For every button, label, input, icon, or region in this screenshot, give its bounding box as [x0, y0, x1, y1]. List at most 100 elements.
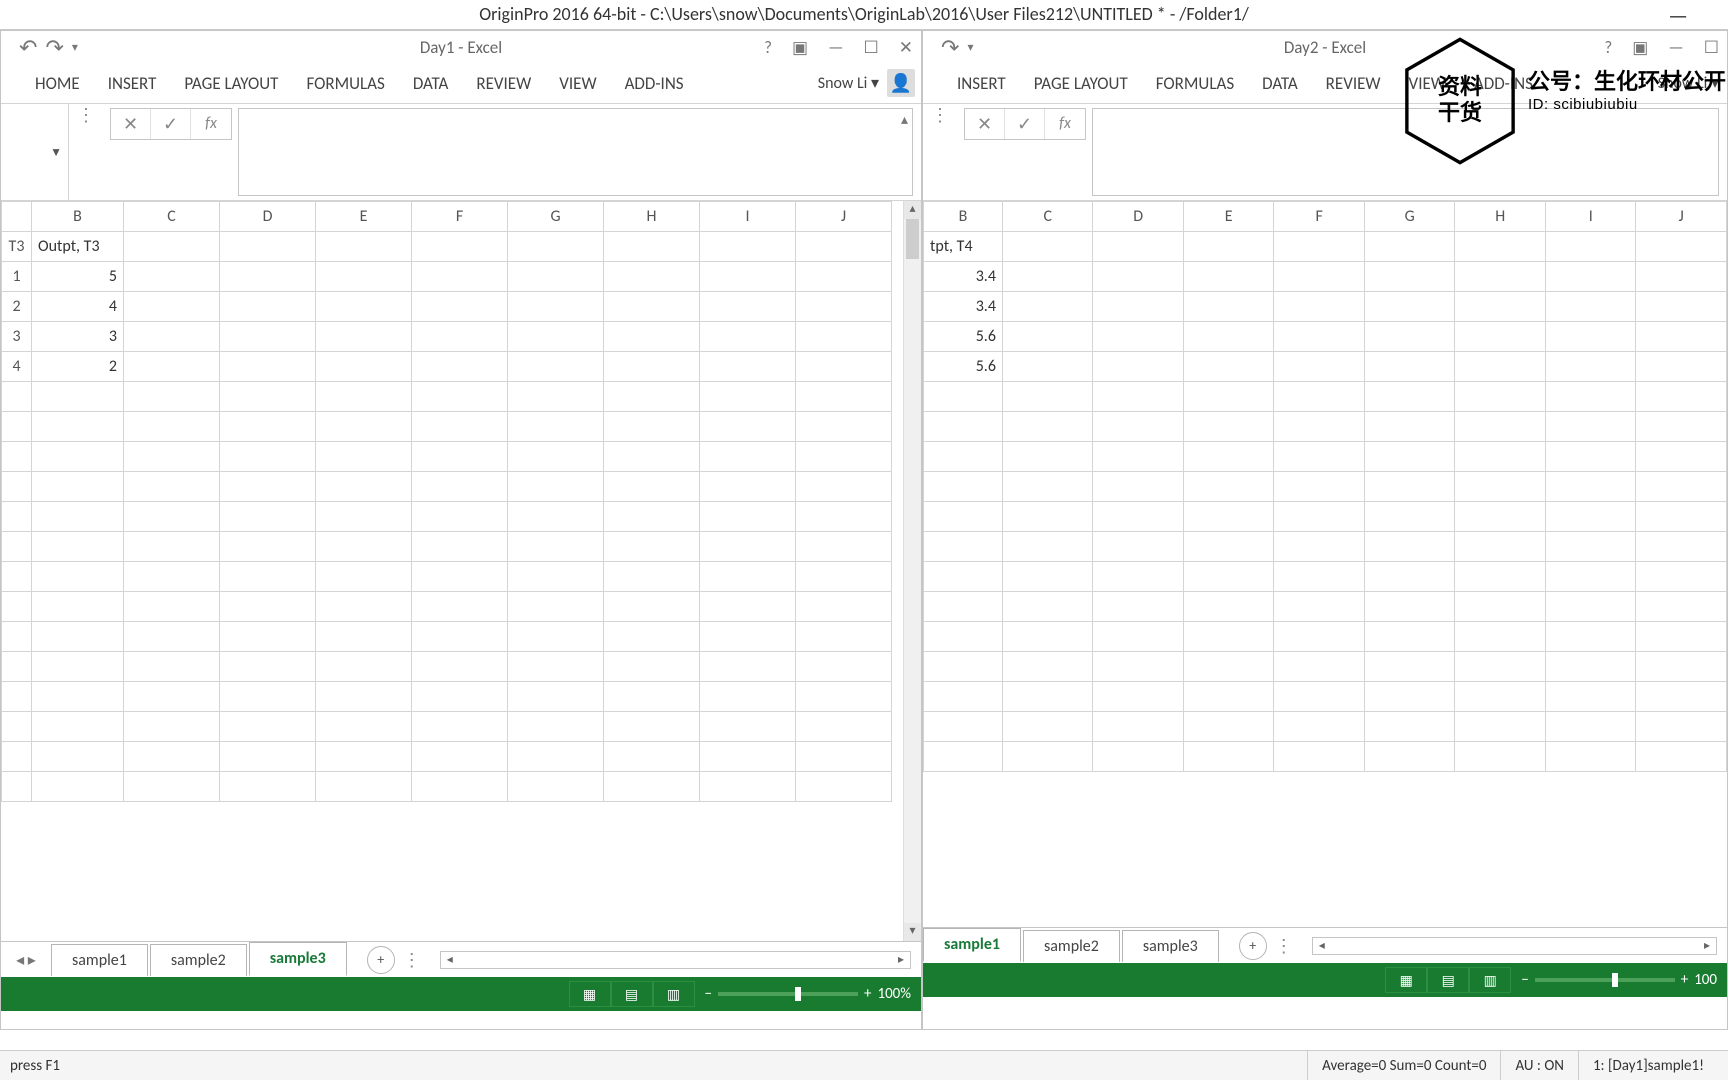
- cell[interactable]: [1002, 592, 1093, 622]
- cell[interactable]: [1364, 352, 1455, 382]
- cell[interactable]: [1636, 712, 1727, 742]
- cell[interactable]: [1093, 592, 1184, 622]
- customize-qat-icon[interactable]: ▾: [967, 40, 973, 55]
- cell[interactable]: [1093, 652, 1184, 682]
- col-header-g[interactable]: G: [1364, 202, 1455, 232]
- cell[interactable]: [796, 622, 892, 652]
- tab-formulas[interactable]: FORMULAS: [1142, 65, 1248, 102]
- tab-view[interactable]: VIEW: [1395, 65, 1460, 102]
- cell[interactable]: [1364, 322, 1455, 352]
- cell[interactable]: [1636, 322, 1727, 352]
- formula-bar[interactable]: [1092, 108, 1719, 196]
- cell[interactable]: [220, 652, 316, 682]
- cell[interactable]: [1455, 232, 1546, 262]
- cell[interactable]: [1364, 592, 1455, 622]
- maximize-icon[interactable]: ☐: [1704, 37, 1719, 58]
- cell[interactable]: [220, 382, 316, 412]
- select-all-corner[interactable]: [2, 202, 32, 232]
- cell[interactable]: [604, 232, 700, 262]
- cell[interactable]: [220, 352, 316, 382]
- cell[interactable]: [1455, 502, 1546, 532]
- cell[interactable]: [796, 412, 892, 442]
- cell[interactable]: [700, 742, 796, 772]
- cell[interactable]: [924, 682, 1003, 712]
- cell[interactable]: [316, 262, 412, 292]
- redo-icon[interactable]: ↷: [45, 34, 63, 61]
- cell[interactable]: [700, 232, 796, 262]
- cell[interactable]: [2, 442, 32, 472]
- cell[interactable]: [412, 592, 508, 622]
- cell[interactable]: [124, 262, 220, 292]
- cell[interactable]: [1545, 502, 1636, 532]
- cell[interactable]: [508, 472, 604, 502]
- cell[interactable]: [220, 442, 316, 472]
- cell[interactable]: [316, 352, 412, 382]
- cell[interactable]: [1364, 562, 1455, 592]
- cell[interactable]: [1364, 622, 1455, 652]
- cell[interactable]: [220, 742, 316, 772]
- customize-qat-icon[interactable]: ▾: [72, 40, 78, 55]
- cell[interactable]: [412, 652, 508, 682]
- cell[interactable]: [1274, 412, 1365, 442]
- tab-data[interactable]: DATA: [1248, 65, 1312, 102]
- cell[interactable]: [1274, 592, 1365, 622]
- cell[interactable]: [124, 742, 220, 772]
- cell[interactable]: [924, 472, 1003, 502]
- cell[interactable]: [220, 532, 316, 562]
- cell[interactable]: [1183, 442, 1274, 472]
- cell[interactable]: [316, 592, 412, 622]
- add-sheet-button[interactable]: +: [367, 946, 395, 974]
- cell[interactable]: [700, 322, 796, 352]
- cell[interactable]: [412, 682, 508, 712]
- cell[interactable]: [700, 682, 796, 712]
- cell[interactable]: [124, 232, 220, 262]
- cell[interactable]: [1093, 472, 1184, 502]
- cell[interactable]: [1545, 562, 1636, 592]
- minimize-icon[interactable]: —: [1668, 37, 1683, 58]
- cell[interactable]: [220, 712, 316, 742]
- zoom-slider[interactable]: [718, 992, 858, 996]
- cell[interactable]: [796, 772, 892, 802]
- tab-insert[interactable]: INSERT: [94, 65, 171, 102]
- cell[interactable]: [32, 532, 124, 562]
- cell[interactable]: [604, 562, 700, 592]
- cell[interactable]: [924, 592, 1003, 622]
- cell[interactable]: [2, 622, 32, 652]
- cell[interactable]: [124, 292, 220, 322]
- cell[interactable]: [1545, 592, 1636, 622]
- cell[interactable]: [2, 562, 32, 592]
- cell[interactable]: [412, 472, 508, 502]
- add-sheet-button[interactable]: +: [1239, 932, 1267, 960]
- cell[interactable]: [924, 442, 1003, 472]
- cell[interactable]: [1364, 382, 1455, 412]
- cell[interactable]: [508, 442, 604, 472]
- cell[interactable]: [220, 232, 316, 262]
- cell[interactable]: [1364, 682, 1455, 712]
- cell[interactable]: [1274, 742, 1365, 772]
- cell[interactable]: T3: [2, 232, 32, 262]
- cell[interactable]: [1455, 472, 1546, 502]
- cell[interactable]: [316, 472, 412, 502]
- cell[interactable]: [316, 562, 412, 592]
- cell[interactable]: [796, 322, 892, 352]
- cell[interactable]: [1093, 292, 1184, 322]
- cell[interactable]: [1545, 652, 1636, 682]
- zoom-in-button[interactable]: +: [1681, 971, 1688, 989]
- cell[interactable]: [604, 532, 700, 562]
- scroll-left-icon[interactable]: ◂: [1313, 938, 1331, 953]
- minimize-icon[interactable]: —: [1668, 4, 1688, 28]
- avatar[interactable]: 👤: [887, 69, 915, 97]
- cell[interactable]: [124, 322, 220, 352]
- cell[interactable]: Outpt, T3: [32, 232, 124, 262]
- page-layout-icon[interactable]: ▤: [611, 981, 653, 1007]
- cell[interactable]: [1455, 652, 1546, 682]
- cell[interactable]: [412, 772, 508, 802]
- cell[interactable]: [604, 412, 700, 442]
- cancel-icon[interactable]: ✕: [965, 109, 1005, 139]
- cell[interactable]: [604, 352, 700, 382]
- cell[interactable]: [508, 532, 604, 562]
- col-header-i[interactable]: I: [1545, 202, 1636, 232]
- cell[interactable]: [124, 592, 220, 622]
- cell[interactable]: [796, 472, 892, 502]
- cell[interactable]: [32, 502, 124, 532]
